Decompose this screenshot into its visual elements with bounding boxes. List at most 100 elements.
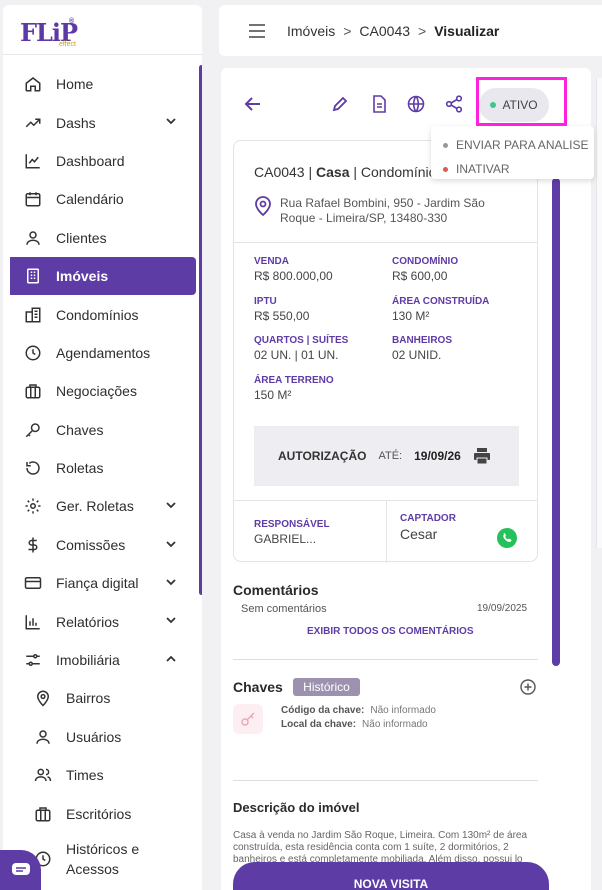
field-quartos: QUARTOS | SUÍTES 02 UN. | 01 UN. <box>254 335 349 362</box>
adjacent-panel-edge <box>596 78 602 548</box>
sidebar-item-fianca-digital[interactable]: Fiança digital <box>3 564 199 602</box>
credit-card-icon <box>24 574 42 592</box>
buildings-icon <box>24 306 42 324</box>
clock-icon <box>24 344 42 362</box>
sidebar-item-usuarios[interactable]: Usuários <box>3 718 199 756</box>
brand-logo[interactable]: FLiP ® effect <box>3 5 202 55</box>
field-condominio: CONDOMÍNIO R$ 600,00 <box>392 256 459 283</box>
show-all-comments-link[interactable]: EXIBIR TODOS OS COMENTÁRIOS <box>307 626 474 637</box>
field-venda: VENDA R$ 800.000,00 <box>254 256 333 283</box>
sidebar-item-clientes[interactable]: Clientes <box>3 219 199 257</box>
gear-icon <box>24 497 42 515</box>
map-pin-icon <box>255 196 271 216</box>
comments-title: Comentários <box>233 582 319 598</box>
add-circle-icon[interactable] <box>520 679 536 695</box>
key-code-line: Código da chave: Não informado <box>281 705 436 716</box>
sidebar-item-escritorios[interactable]: Escritórios <box>3 794 199 832</box>
user-icon <box>24 229 42 247</box>
property-view-panel: ATIVO CA0043 | Casa | Condomínio Rua Raf… <box>221 68 591 890</box>
field-captador: CAPTADOR Cesar <box>400 513 456 542</box>
section-divider <box>233 780 538 781</box>
sidebar-item-ger-roletas[interactable]: Ger. Roletas <box>3 487 199 525</box>
chevron-down-icon[interactable] <box>165 614 177 626</box>
rotate-icon <box>24 459 42 477</box>
breadcrumb-separator: > <box>343 22 352 39</box>
document-icon[interactable] <box>370 95 388 113</box>
breadcrumb-imoveis[interactable]: Imóveis <box>287 23 335 39</box>
chevron-down-icon[interactable] <box>165 576 177 588</box>
sidebar-scrollbar[interactable] <box>199 65 202 595</box>
top-bar: Imóveis > CA0043 > Visualizar <box>219 5 602 56</box>
whatsapp-icon[interactable] <box>497 528 517 548</box>
new-visit-button[interactable]: NOVA VISITA <box>233 862 549 890</box>
sidebar-item-condominios[interactable]: Condomínios <box>3 295 199 333</box>
authorization-box: AUTORIZAÇÃO ATÉ: 19/09/26 <box>254 426 519 486</box>
comments-empty: Sem comentários <box>241 603 327 615</box>
sidebar: FLiP ® effect Home Dashs Dashboard Calen… <box>3 5 202 890</box>
sidebar-nav: Home Dashs Dashboard Calendário Clientes… <box>3 65 199 885</box>
description-text: Casa à venda no Jardim São Roque, Limeir… <box>233 830 528 865</box>
field-area-terreno: ÁREA TERRENO 150 M² <box>254 375 334 402</box>
briefcase-icon <box>34 805 52 823</box>
breadcrumb-current: Visualizar <box>434 22 500 39</box>
home-icon <box>24 75 42 93</box>
sidebar-item-chaves[interactable]: Chaves <box>3 411 199 449</box>
keys-title: Chaves <box>233 679 283 695</box>
hamburger-menu-icon[interactable] <box>249 23 265 38</box>
sliders-icon <box>24 651 42 669</box>
field-area-construida: ÁREA CONSTRUÍDA 130 M² <box>392 296 490 323</box>
sidebar-item-dashboard[interactable]: Dashboard <box>3 142 199 180</box>
key-place-line: Local da chave: Não informado <box>281 719 428 730</box>
sidebar-item-roletas[interactable]: Roletas <box>3 449 199 487</box>
breadcrumb-separator: > <box>418 22 427 39</box>
globe-icon[interactable] <box>407 95 425 113</box>
key-icon <box>241 712 255 726</box>
briefcase-icon <box>24 382 42 400</box>
key-icon <box>24 421 42 439</box>
option-dot <box>443 142 448 148</box>
dollar-icon <box>24 536 42 554</box>
option-dot <box>443 166 448 172</box>
chevron-up-icon[interactable] <box>165 653 177 665</box>
sidebar-item-dashs[interactable]: Dashs <box>3 103 199 141</box>
sidebar-item-calendario[interactable]: Calendário <box>3 180 199 218</box>
chat-icon <box>11 863 30 875</box>
property-summary-card: CA0043 | Casa | Condomínio Rua Rafael Bo… <box>233 140 538 563</box>
field-responsavel: RESPONSÁVEL GABRIEL... <box>254 519 330 546</box>
content-scrollbar[interactable] <box>552 178 560 666</box>
bar-chart-icon <box>24 613 42 631</box>
breadcrumb-code[interactable]: CA0043 <box>359 23 410 39</box>
field-banheiros: BANHEIROS 02 UNID. <box>392 335 453 362</box>
users-icon <box>34 766 52 784</box>
chevron-down-icon[interactable] <box>165 538 177 550</box>
description-title: Descrição do imóvel <box>233 800 360 815</box>
sidebar-item-relatorios[interactable]: Relatórios <box>3 602 199 640</box>
sidebar-item-negociacoes[interactable]: Negociações <box>3 372 199 410</box>
status-highlight-box <box>476 77 567 126</box>
share-icon[interactable] <box>445 95 463 113</box>
chevron-down-icon[interactable] <box>165 115 177 127</box>
chevron-down-icon[interactable] <box>165 499 177 511</box>
sidebar-item-imobiliaria[interactable]: Imobiliária <box>3 641 199 679</box>
printer-icon[interactable] <box>473 448 491 464</box>
dropdown-option-enviar-analise[interactable]: ENVIAR PARA ANALISE <box>431 133 594 157</box>
sidebar-item-home[interactable]: Home <box>3 65 199 103</box>
calendar-icon <box>24 190 42 208</box>
status-dropdown: ENVIAR PARA ANALISE INATIVAR <box>431 126 594 179</box>
back-arrow-icon[interactable] <box>244 95 262 113</box>
map-pin-icon <box>34 689 52 707</box>
sidebar-item-comissoes[interactable]: Comissões <box>3 526 199 564</box>
trending-up-icon <box>24 114 42 132</box>
sidebar-item-bairros[interactable]: Bairros <box>3 679 199 717</box>
section-divider <box>233 659 538 660</box>
sidebar-item-imoveis[interactable]: Imóveis <box>10 256 196 296</box>
chat-button[interactable] <box>0 850 41 890</box>
field-iptu: IPTU R$ 550,00 <box>254 296 310 323</box>
line-chart-icon <box>24 152 42 170</box>
dropdown-option-inativar[interactable]: INATIVAR <box>431 157 594 181</box>
sidebar-item-times[interactable]: Times <box>3 756 199 794</box>
user-icon <box>34 728 52 746</box>
sidebar-item-agendamentos[interactable]: Agendamentos <box>3 334 199 372</box>
edit-pencil-icon[interactable] <box>331 95 349 113</box>
history-badge[interactable]: Histórico <box>293 678 360 696</box>
